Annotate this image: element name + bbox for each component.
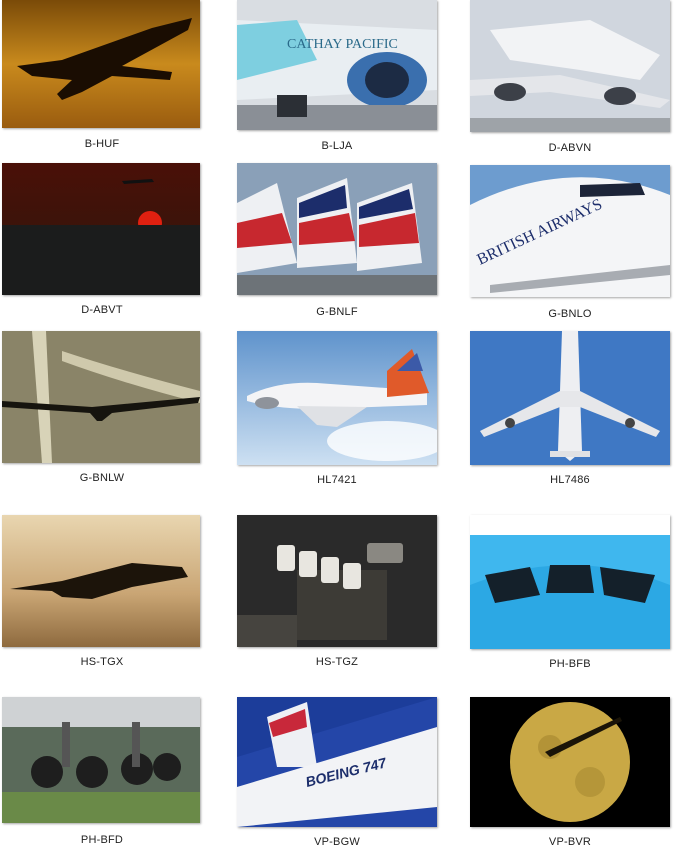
ba-tails-image <box>237 163 437 295</box>
red-sun-image <box>2 163 200 295</box>
thumbnail-caption: HS-TGZ <box>315 656 359 668</box>
contrails-image <box>2 331 200 463</box>
thumbnail-caption: B-LJA <box>321 140 353 152</box>
transaero-747-image: BOEING 747 <box>237 697 437 827</box>
photo-thumbnail[interactable] <box>470 515 670 649</box>
photo-thumbnail[interactable] <box>2 515 200 647</box>
throttle-levers-image <box>237 515 437 647</box>
ba-nose-image: BRITISH AIRWAYS <box>470 165 670 297</box>
photo-thumbnail[interactable] <box>2 697 200 823</box>
asiana-image <box>237 331 437 465</box>
thumbnail-caption: VP-BVR <box>548 836 592 848</box>
thumbnail-caption: D-ABVT <box>81 304 123 316</box>
cathay-cargo-image: CATHAY PACIFIC <box>237 0 437 130</box>
photo-thumbnail[interactable] <box>2 331 200 463</box>
landing-gear-image <box>2 697 200 823</box>
thumbnail-caption: PH-BFD <box>80 834 124 846</box>
thumbnail-caption: VP-BGW <box>314 836 360 848</box>
thumbnail-caption: G-BNLW <box>79 472 125 484</box>
thumbnail-caption: HS-TGX <box>80 656 124 668</box>
photo-thumbnail[interactable]: BRITISH AIRWAYS <box>470 165 670 297</box>
thumbnail-caption: HL7486 <box>550 474 590 486</box>
photo-thumbnail[interactable] <box>2 0 200 128</box>
thumbnail-caption: G-BNLO <box>548 308 592 320</box>
lufthansa-takeoff-image <box>470 0 670 132</box>
photo-thumbnail[interactable] <box>2 163 200 295</box>
belly-view-image <box>470 331 670 465</box>
thumbnail-caption: B-HUF <box>84 138 120 150</box>
sepia-silhouette-image <box>2 515 200 647</box>
silhouette-sunset-image <box>2 0 200 128</box>
photo-thumbnail[interactable] <box>470 331 670 465</box>
photo-thumbnail[interactable]: CATHAY PACIFIC <box>237 0 437 130</box>
svg-text:CATHAY PACIFIC: CATHAY PACIFIC <box>287 37 398 52</box>
thumbnail-caption: PH-BFB <box>549 658 591 670</box>
klm-cockpit-image <box>470 515 670 649</box>
thumbnail-caption: G-BNLF <box>316 306 358 318</box>
photo-thumbnail[interactable] <box>237 515 437 647</box>
thumbnail-caption: HL7421 <box>317 474 357 486</box>
photo-thumbnail[interactable] <box>237 331 437 465</box>
photo-thumbnail[interactable] <box>470 697 670 827</box>
photo-thumbnail[interactable]: BOEING 747 <box>237 697 437 827</box>
photo-thumbnail[interactable] <box>237 163 437 295</box>
moon-image <box>470 697 670 827</box>
thumbnail-caption: D-ABVN <box>548 142 592 154</box>
photo-thumbnail[interactable] <box>470 0 670 132</box>
